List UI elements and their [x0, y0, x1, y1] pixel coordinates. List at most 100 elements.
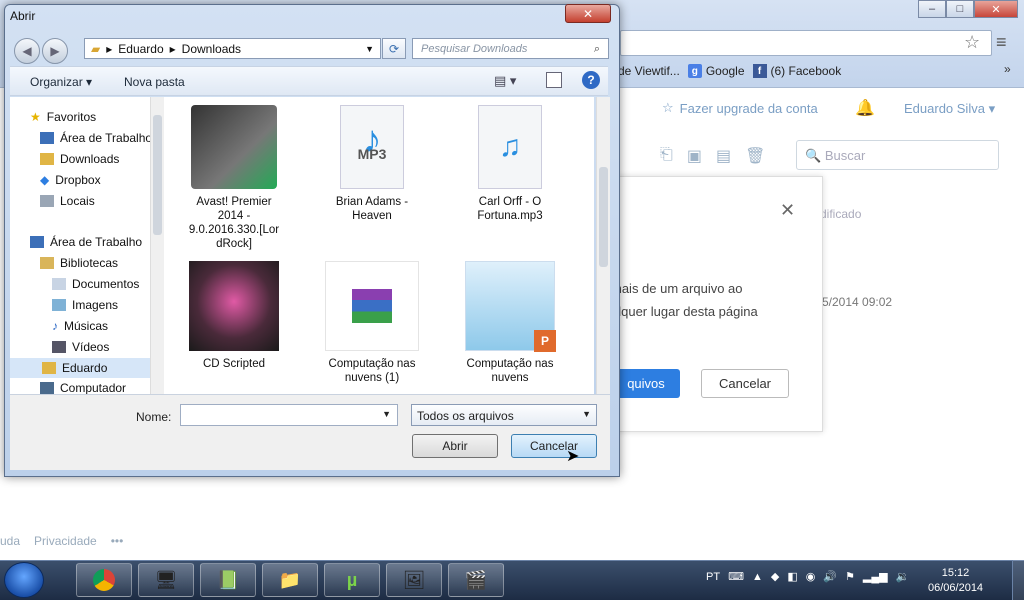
organize-button[interactable]: Organizar ▾: [30, 75, 92, 89]
nav-favorites[interactable]: ★ Favoritos: [30, 110, 96, 124]
downloads-icon: [40, 153, 54, 165]
refresh-button[interactable]: ⟳: [382, 38, 406, 59]
nav-downloads[interactable]: Downloads: [40, 152, 119, 166]
scrollbar-thumb[interactable]: [153, 115, 162, 235]
bookmark-label: de Viewtif...: [618, 64, 680, 78]
clock[interactable]: 15:12 06/06/2014: [928, 566, 983, 596]
start-button[interactable]: [4, 562, 44, 598]
open-button[interactable]: Abrir: [412, 434, 498, 458]
upgrade-label: Fazer upgrade da conta: [679, 100, 818, 116]
nav-eduardo[interactable]: Eduardo: [10, 358, 152, 378]
modal-text-line: alquer lugar desta página: [611, 304, 758, 319]
file-type-select[interactable]: Todos os arquivos ▼: [411, 404, 597, 426]
network-icon[interactable]: 🖥: [138, 563, 194, 597]
nav-label: Área de Trabalho: [50, 235, 143, 249]
choose-files-button[interactable]: quivos: [612, 369, 680, 398]
nav-music[interactable]: ♪ Músicas: [52, 319, 108, 333]
modal-close-icon[interactable]: ✕: [780, 200, 795, 221]
upgrade-link[interactable]: ☆ Fazer upgrade da conta: [662, 100, 818, 116]
nav-desktop[interactable]: Área de Trabalho: [40, 131, 152, 145]
help-icon[interactable]: ?: [582, 71, 600, 89]
file-item[interactable]: P Computação nas nuvens: [454, 261, 566, 385]
close-button[interactable]: ✕: [974, 0, 1018, 18]
file-item[interactable]: Computação nas nuvens (1): [316, 261, 428, 385]
breadcrumb-downloads[interactable]: Downloads: [182, 42, 241, 56]
view-options-icon[interactable]: ▤ ▾: [494, 73, 516, 89]
keyboard-icon[interactable]: ⌨: [728, 570, 744, 583]
footer-link-help[interactable]: uda: [0, 534, 20, 548]
nav-videos[interactable]: Vídeos: [52, 340, 109, 354]
shared-folder-icon[interactable]: ▤: [716, 146, 731, 166]
utorrent-icon[interactable]: µ: [324, 563, 380, 597]
show-hidden-icon[interactable]: ▲: [752, 571, 763, 583]
flag-icon[interactable]: ⚑: [845, 570, 855, 583]
cancel-button[interactable]: Cancelar: [511, 434, 597, 458]
speaker-icon[interactable]: 🔉: [896, 570, 910, 583]
chevron-down-icon[interactable]: ▼: [382, 409, 391, 419]
new-folder-button[interactable]: Nova pasta: [124, 75, 185, 89]
nav-desktop-root[interactable]: Área de Trabalho: [30, 235, 142, 249]
maximize-button[interactable]: □: [946, 0, 974, 18]
dropbox-search-input[interactable]: 🔍 Buscar: [796, 140, 999, 170]
image-viewer-icon[interactable]: 🖼: [386, 563, 442, 597]
footer-more[interactable]: •••: [111, 534, 124, 548]
delete-icon[interactable]: 🗑: [745, 146, 765, 166]
nav-images[interactable]: Imagens: [52, 298, 118, 312]
address-bar[interactable]: [620, 30, 992, 56]
file-item[interactable]: CD Scripted: [178, 261, 290, 371]
nav-label: Imagens: [72, 298, 119, 312]
navigation-pane: ★ Favoritos Área de Trabalho Downloads ◆ D…: [10, 97, 164, 394]
nav-computer[interactable]: Computador: [40, 381, 126, 394]
dropbox-tray-icon[interactable]: ◆: [771, 570, 779, 583]
bookmark-viewtif[interactable]: de Viewtif...: [618, 64, 680, 78]
network-tray-icon[interactable]: ◧: [787, 570, 797, 583]
chevron-down-icon[interactable]: ▼: [365, 44, 374, 54]
nav-documents[interactable]: Documentos: [52, 277, 139, 291]
files-scrollbar[interactable]: [596, 97, 610, 394]
nav-scrollbar[interactable]: [150, 97, 164, 394]
show-desktop-button[interactable]: [1012, 560, 1024, 600]
minimize-button[interactable]: –: [918, 0, 946, 18]
search-placeholder: Pesquisar Downloads: [421, 43, 528, 55]
nav-label: Dropbox: [55, 173, 101, 187]
new-folder-icon[interactable]: ▣: [687, 146, 702, 166]
dialog-search-input[interactable]: Pesquisar Downloads ⌕: [412, 38, 609, 59]
language-indicator[interactable]: PT: [706, 571, 720, 583]
file-item[interactable]: ♫ Carl Orff - O Fortuna.mp3: [454, 105, 566, 223]
explorer-icon[interactable]: 📁: [262, 563, 318, 597]
dialog-address-bar[interactable]: ▰ ▸ Eduardo ▸ Downloads ▼: [84, 38, 381, 59]
dropbox-icon: ◆: [40, 173, 50, 187]
upload-icon[interactable]: ⎗: [660, 146, 673, 166]
user-menu[interactable]: Eduardo Silva ▾: [904, 101, 995, 117]
volume-icon[interactable]: 🔊: [823, 570, 837, 583]
notepad-icon[interactable]: 📗: [200, 563, 256, 597]
menu-icon[interactable]: ≡: [996, 32, 1007, 53]
scrollbar-thumb[interactable]: [599, 167, 608, 267]
bookmark-google[interactable]: g Google: [687, 64, 745, 78]
dialog-close-button[interactable]: ✕: [565, 4, 611, 23]
user-folder-icon: [42, 362, 56, 374]
nav-label: Favoritos: [46, 110, 97, 124]
nav-places[interactable]: Locais: [40, 194, 95, 208]
back-button[interactable]: ◀: [14, 38, 40, 64]
file-item[interactable]: Avast! Premier 2014 - 9.0.2016.330.[Lor …: [178, 105, 290, 251]
bookmark-facebook[interactable]: f (6) Facebook: [752, 64, 842, 78]
avast-tray-icon[interactable]: ◉: [806, 570, 816, 583]
preview-pane-icon[interactable]: [546, 72, 562, 88]
nav-dropbox[interactable]: ◆ Dropbox: [40, 173, 101, 187]
modal-cancel-button[interactable]: Cancelar: [701, 369, 789, 398]
bookmark-star-icon[interactable]: ☆: [964, 32, 980, 53]
file-name-input[interactable]: ▼: [180, 404, 398, 426]
nav-libraries[interactable]: Bibliotecas: [40, 256, 118, 270]
signal-icon[interactable]: ▂▄▆: [863, 570, 888, 583]
forward-button[interactable]: ▶: [42, 38, 68, 64]
bookmark-label: (6) Facebook: [770, 64, 842, 78]
media-icon[interactable]: 🎬: [448, 563, 504, 597]
bell-icon[interactable]: 🔔: [855, 98, 875, 118]
file-item[interactable]: ♪ MP3 Brian Adams - Heaven: [316, 105, 428, 223]
footer-link-privacy[interactable]: Privacidade: [34, 534, 97, 548]
chrome-icon[interactable]: [76, 563, 132, 597]
more-bookmarks-button[interactable]: »: [1004, 62, 1011, 76]
music-icon: ♪: [52, 319, 58, 333]
breadcrumb-eduardo[interactable]: Eduardo: [118, 42, 163, 56]
